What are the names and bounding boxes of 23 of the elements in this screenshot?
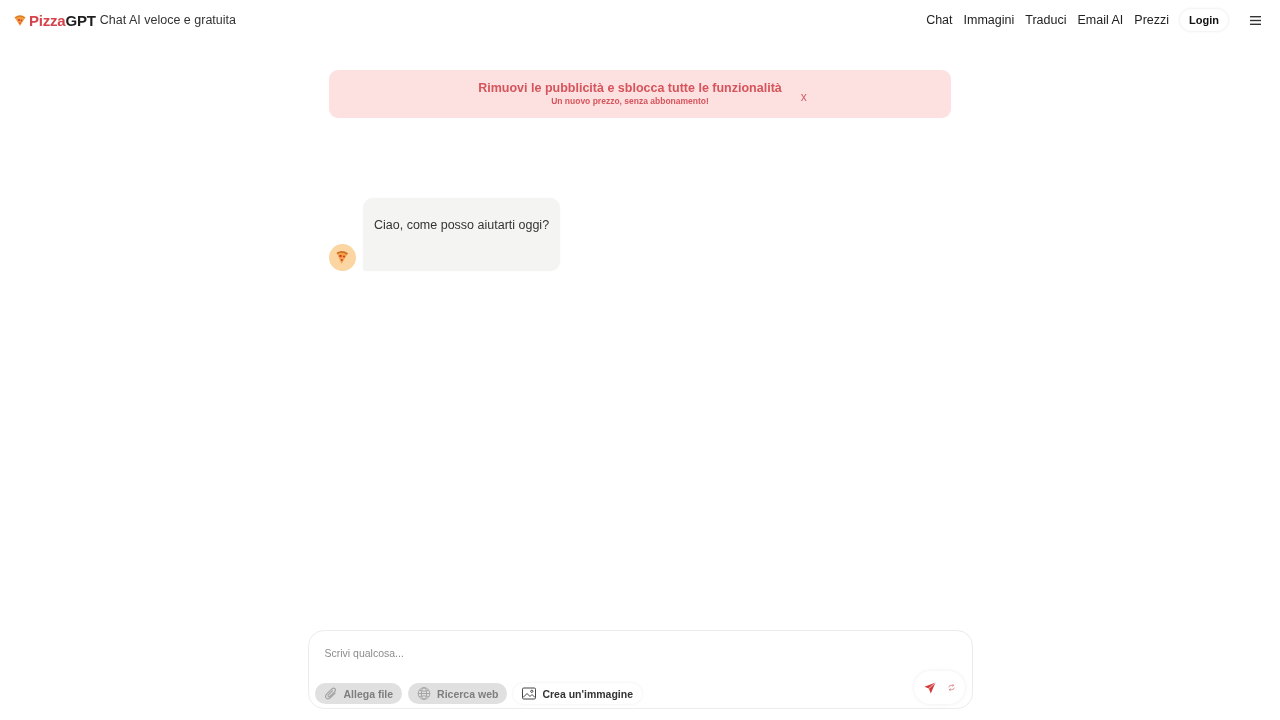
message-text: Ciao, come posso aiutarti oggi? xyxy=(374,218,550,232)
nav-link[interactable]: Chat xyxy=(926,13,953,27)
create-image-button[interactable]: Crea un'immagine xyxy=(513,683,642,704)
nav-link[interactable]: Traduci xyxy=(1025,13,1067,27)
swap-arrows-icon xyxy=(947,684,955,691)
banner-title: Rimuovi le pubblicità e sblocca tutte le funzionalità xyxy=(478,81,782,96)
send-button[interactable] xyxy=(923,681,936,694)
globe-icon xyxy=(417,687,432,700)
tagline: Chat AI veloce e gratuita xyxy=(99,13,236,27)
menu-icon[interactable] xyxy=(1250,15,1261,25)
nav-link[interactable]: Prezzi xyxy=(1134,13,1170,27)
brand-logo-link[interactable]: PizzaGPT xyxy=(29,11,96,29)
message-input[interactable]: Scrivi qualcosa... xyxy=(314,639,966,667)
image-icon xyxy=(522,687,537,700)
pizza-slice-icon xyxy=(14,14,26,26)
paperclip-icon xyxy=(323,687,338,700)
banner-subtitle: Un nuovo prezzo, senza abbonamento! xyxy=(551,96,709,107)
swap-button[interactable] xyxy=(947,684,955,691)
pizza-avatar-icon xyxy=(329,244,356,271)
nav-link[interactable]: Immagini xyxy=(963,13,1015,27)
login-button[interactable]: Login xyxy=(1180,9,1228,31)
send-icon xyxy=(923,681,936,694)
nav-link[interactable]: Email AI xyxy=(1077,13,1124,27)
